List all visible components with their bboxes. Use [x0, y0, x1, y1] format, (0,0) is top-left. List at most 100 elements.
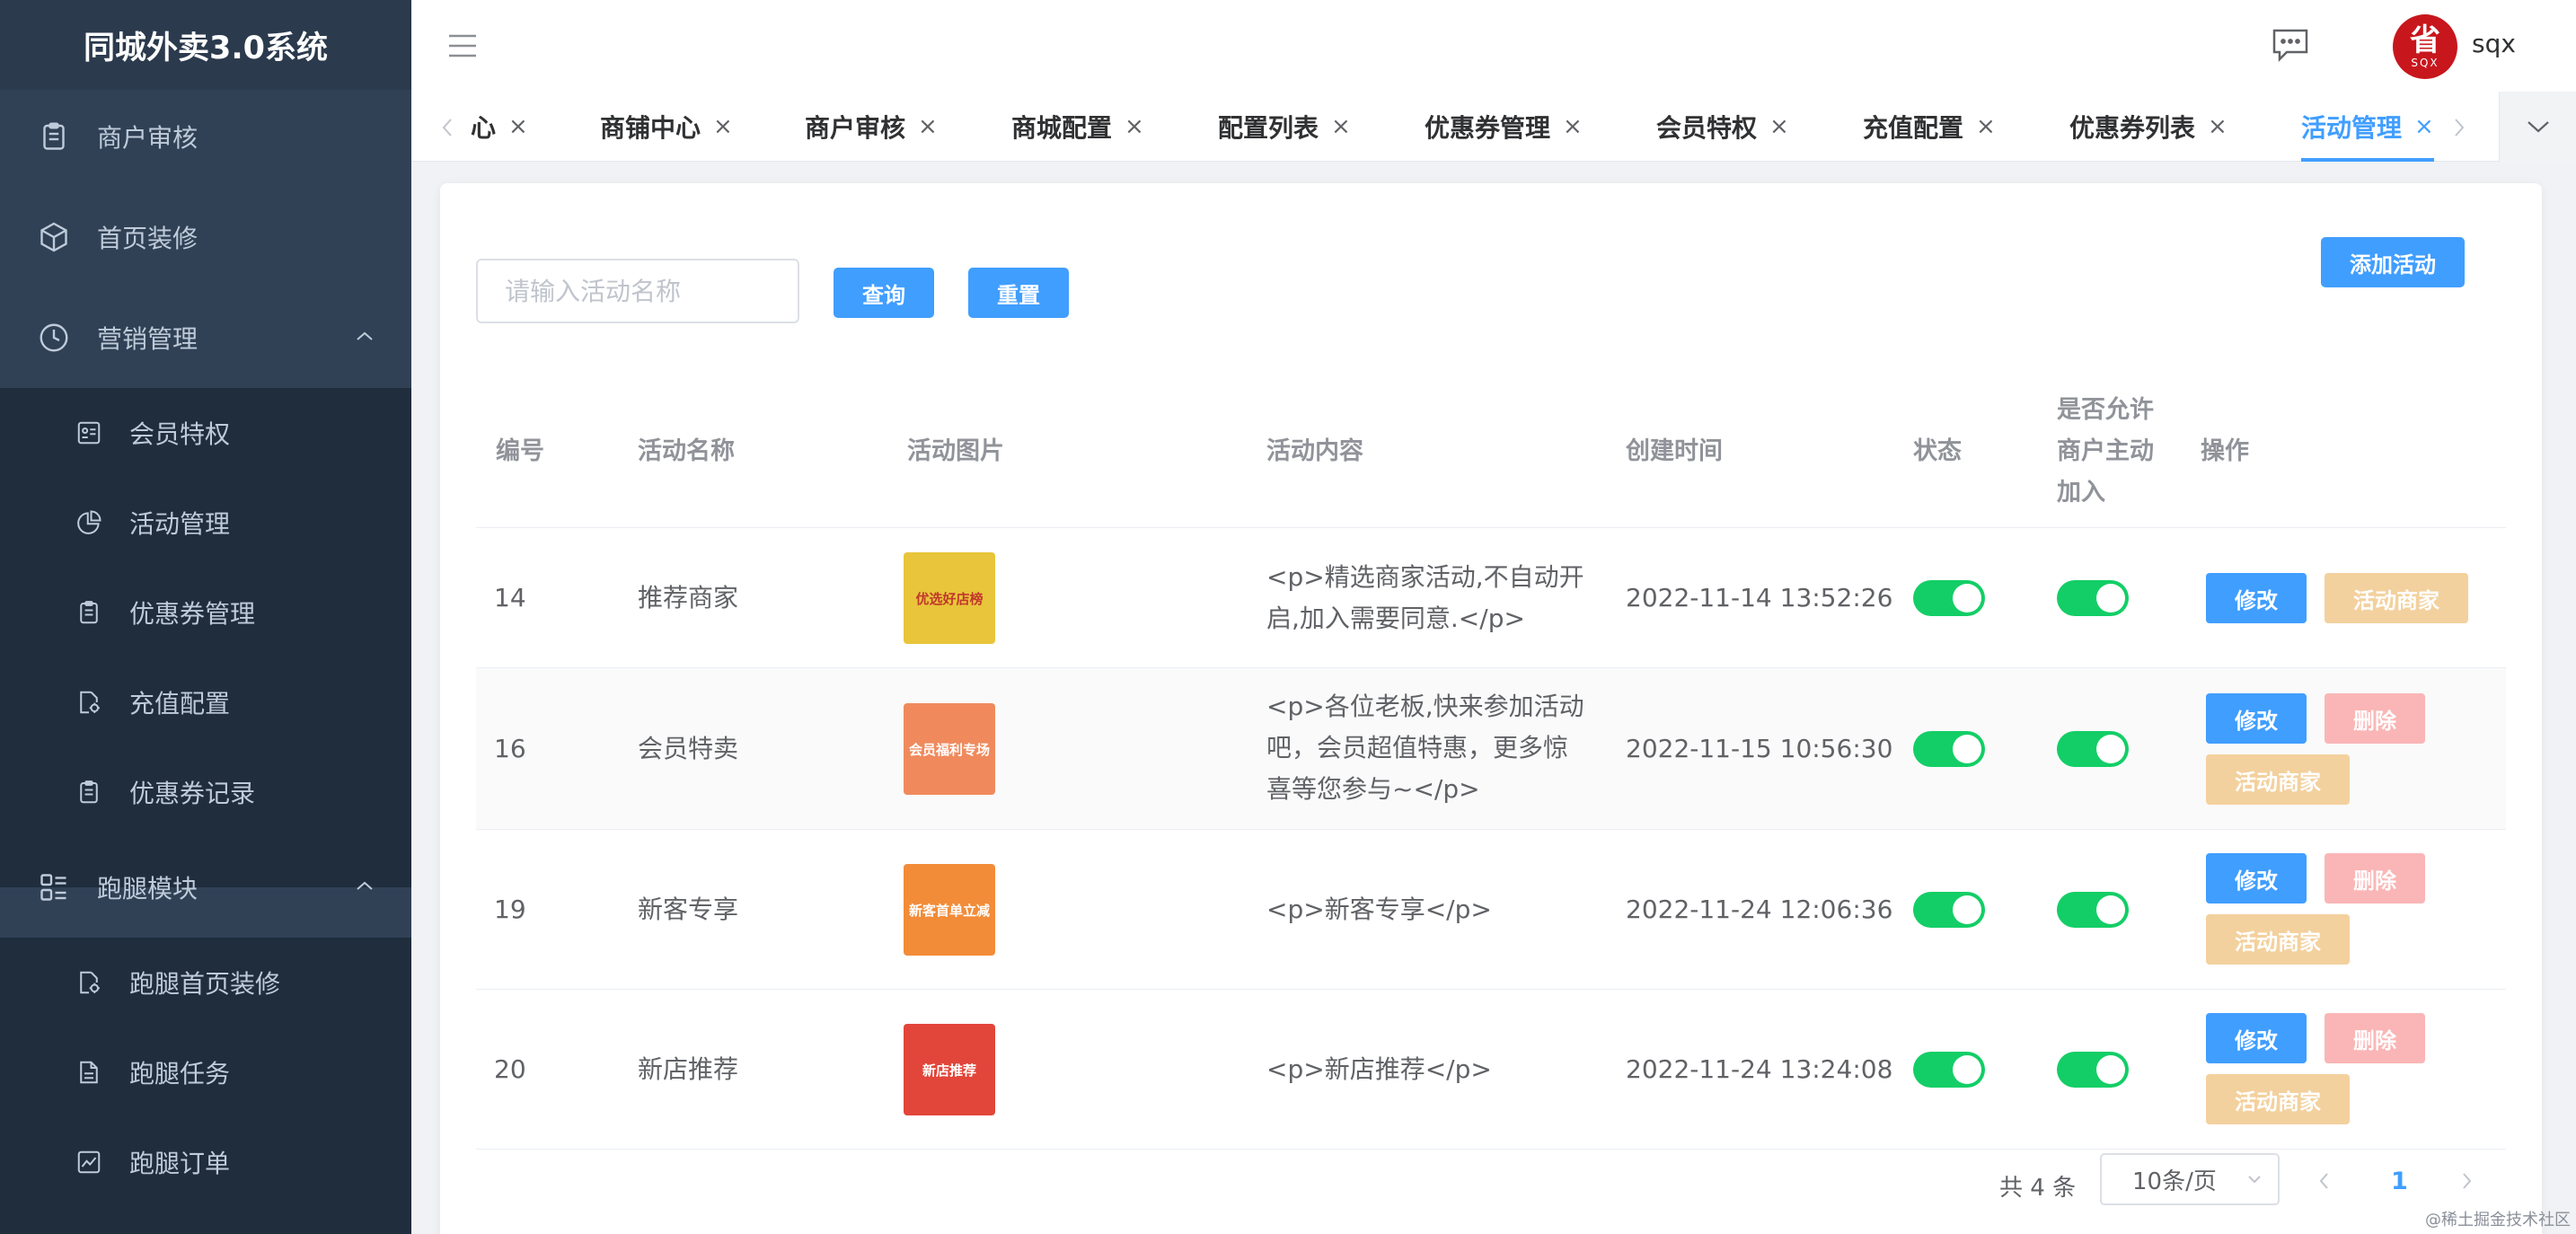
add-activity-button[interactable]: 添加活动: [2321, 237, 2465, 287]
username[interactable]: sqx: [2472, 29, 2516, 58]
tab-mall-config[interactable]: 商城配置 ×: [1011, 92, 1144, 162]
prev-page-icon[interactable]: [2317, 1171, 2330, 1191]
sidebar-item-label: 优惠券记录: [129, 779, 256, 808]
tab-label: 商铺中心: [600, 113, 701, 143]
tab-coupon-list[interactable]: 优惠券列表 ×: [2069, 92, 2228, 162]
close-icon[interactable]: ×: [1976, 113, 1996, 140]
allow-join-switch[interactable]: [2057, 731, 2129, 767]
page-size-select[interactable]: 10条/页: [2100, 1153, 2280, 1205]
document-gear-icon: [80, 971, 100, 994]
tab-label: 活动管理: [2301, 113, 2403, 143]
column-header-content: 活动内容: [1266, 437, 1363, 465]
tab-label: 配置列表: [1218, 113, 1319, 143]
clock-icon: [40, 323, 68, 352]
avatar[interactable]: 省 SQX: [2393, 14, 2457, 79]
delete-button[interactable]: 删除: [2325, 1013, 2425, 1063]
tab-label: 会员特权: [1656, 113, 1758, 143]
chevron-left-icon[interactable]: [440, 117, 454, 138]
activity-image[interactable]: 新店推荐: [904, 1024, 995, 1115]
close-icon[interactable]: ×: [2208, 113, 2228, 140]
chevron-down-icon: [2248, 1176, 2261, 1184]
allow-join-switch[interactable]: [2057, 1052, 2129, 1088]
cell-content-line1: <p>各位老板,快来参加活动: [1266, 692, 1584, 721]
sidebar-item-merchant-review[interactable]: 商户审核: [0, 86, 411, 187]
edit-button[interactable]: 修改: [2206, 1013, 2307, 1063]
close-icon[interactable]: ×: [1769, 113, 1789, 140]
allow-join-switch[interactable]: [2057, 580, 2129, 616]
column-header-image: 活动图片: [907, 437, 1004, 465]
status-switch[interactable]: [1913, 892, 1985, 928]
list-grid-icon: [40, 874, 66, 901]
tab-coupon-management[interactable]: 优惠券管理 ×: [1425, 92, 1583, 162]
cell-id: 20: [494, 1054, 526, 1084]
sidebar-item-activity-management[interactable]: 活动管理: [0, 478, 411, 568]
chevron-right-icon[interactable]: [2452, 117, 2466, 138]
table-row: 19 新客专享 新客首单立减 <p>新客专享</p> 2022-11-24 12…: [476, 830, 2506, 990]
tab-merchant-review[interactable]: 商户审核 ×: [805, 92, 938, 162]
close-icon[interactable]: ×: [1125, 113, 1144, 140]
sidebar-item-coupon-management[interactable]: 优惠券管理: [0, 568, 411, 657]
sidebar-item-coupon-records[interactable]: 优惠券记录: [0, 747, 411, 837]
sidebar-item-home-decor[interactable]: 首页装修: [0, 187, 411, 287]
sidebar-item-recharge-config[interactable]: 充值配置: [0, 657, 411, 747]
cell-name: 会员特卖: [638, 734, 739, 763]
sidebar-item-marketing[interactable]: 营销管理: [0, 287, 411, 388]
chevron-up-icon: [357, 331, 373, 340]
sidebar-item-errand-tasks[interactable]: 跑腿任务: [0, 1027, 411, 1117]
tabs-dropdown-button[interactable]: [2499, 92, 2576, 162]
activity-merchants-button[interactable]: 活动商家: [2206, 914, 2350, 965]
next-page-icon[interactable]: [2461, 1171, 2474, 1191]
edit-button[interactable]: 修改: [2206, 573, 2307, 623]
close-icon[interactable]: ×: [1563, 113, 1583, 140]
cell-id: 19: [494, 895, 526, 924]
edit-button[interactable]: 修改: [2206, 853, 2307, 903]
activity-merchants-button[interactable]: 活动商家: [2206, 754, 2350, 805]
status-switch[interactable]: [1913, 1052, 1985, 1088]
activity-merchants-button[interactable]: 活动商家: [2325, 573, 2468, 623]
activity-name-search-input[interactable]: [476, 259, 799, 323]
close-icon[interactable]: ×: [2414, 113, 2434, 140]
sidebar-item-errand-home-decor[interactable]: 跑腿首页装修: [0, 938, 411, 1027]
status-switch[interactable]: [1913, 731, 1985, 767]
column-header-allow-line2: 商户主动: [2057, 437, 2154, 465]
delete-button[interactable]: 删除: [2325, 853, 2425, 903]
delete-button[interactable]: 删除: [2325, 693, 2425, 744]
edit-button[interactable]: 修改: [2206, 693, 2307, 744]
tab-activity-management[interactable]: 活动管理 ×: [2301, 92, 2434, 162]
activity-image[interactable]: 优选好店榜: [904, 552, 995, 644]
main-card: 查询 重置 添加活动 编号 活动名称 活动图片 活动内容 创建时间 状态 是否允…: [440, 183, 2542, 1234]
tab-config-list[interactable]: 配置列表 ×: [1218, 92, 1351, 162]
tab-label: 商城配置: [1011, 113, 1113, 143]
reset-button[interactable]: 重置: [968, 268, 1069, 318]
close-icon[interactable]: ×: [1331, 113, 1351, 140]
current-page-number[interactable]: 1: [2391, 1168, 2408, 1195]
cell-name: 新店推荐: [638, 1054, 739, 1084]
activity-image[interactable]: 会员福利专场: [904, 703, 995, 795]
line-chart-icon: [77, 1150, 101, 1174]
activity-image[interactable]: 新客首单立减: [904, 864, 995, 956]
pie-chart-icon: [77, 510, 101, 534]
sidebar-item-label: 优惠券管理: [129, 599, 256, 629]
close-icon[interactable]: ×: [508, 113, 528, 140]
sidebar-item-errand-module[interactable]: 跑腿模块: [0, 837, 411, 938]
avatar-subtext: SQX: [2411, 57, 2439, 69]
tab-member-privilege[interactable]: 会员特权 ×: [1656, 92, 1789, 162]
message-icon[interactable]: [2271, 27, 2310, 63]
sidebar-item-label: 首页装修: [97, 224, 198, 253]
sidebar-item-errand-orders[interactable]: 跑腿订单: [0, 1117, 411, 1207]
chevron-up-icon: [357, 881, 373, 890]
tab-shop-center[interactable]: 商铺中心 ×: [600, 92, 733, 162]
status-switch[interactable]: [1913, 580, 1985, 616]
close-icon[interactable]: ×: [918, 113, 938, 140]
activity-merchants-button[interactable]: 活动商家: [2206, 1074, 2350, 1124]
allow-join-switch[interactable]: [2057, 892, 2129, 928]
chevron-down-icon: [2527, 121, 2549, 133]
sidebar-item-member-privilege[interactable]: 会员特权: [0, 388, 411, 478]
cell-content-line1: <p>新客专享</p>: [1266, 895, 1492, 924]
hamburger-menu-icon[interactable]: [447, 32, 478, 59]
tab-recharge-config[interactable]: 充值配置 ×: [1863, 92, 1996, 162]
column-header-status: 状态: [1913, 437, 1962, 465]
close-icon[interactable]: ×: [713, 113, 733, 140]
query-button[interactable]: 查询: [834, 268, 934, 318]
tab-partial-center[interactable]: 心 ×: [471, 92, 528, 162]
